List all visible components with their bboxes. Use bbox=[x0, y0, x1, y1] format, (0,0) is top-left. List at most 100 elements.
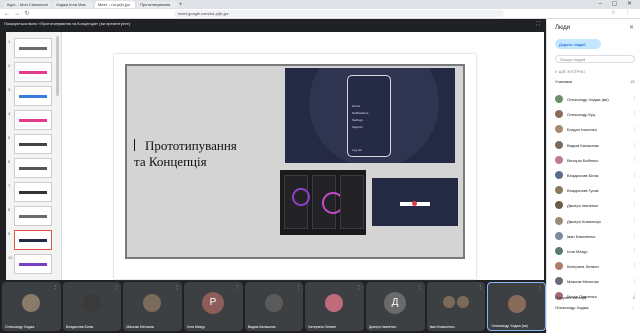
slide-thumbnail[interactable]: 2 bbox=[8, 62, 52, 82]
avatar bbox=[325, 294, 344, 312]
participant-row[interactable]: Дмитро Іваненко ⋮ bbox=[555, 198, 637, 213]
participant-row[interactable]: Богдан Ільченко ⋮ bbox=[555, 122, 637, 137]
avatar bbox=[555, 140, 563, 149]
slide-thumbnail[interactable]: 5 bbox=[8, 134, 52, 154]
waiting-row[interactable]: Очікують на вхід 1 bbox=[555, 295, 635, 305]
browser-tab[interactable]: Ходжа Ілля Маз bbox=[52, 1, 93, 8]
participant-tile[interactable]: ⋮ Владислав Білик bbox=[62, 282, 122, 331]
participant-tile[interactable]: ⋮ Катерина Литвин bbox=[305, 282, 365, 331]
more-icon[interactable]: ⋮ bbox=[114, 284, 118, 289]
more-options-icon[interactable]: ⋮ bbox=[632, 96, 637, 102]
tile-name: Владислав Білик bbox=[65, 325, 94, 329]
waiting-count: 1 bbox=[632, 295, 635, 300]
thumbnails-scrollbar[interactable] bbox=[56, 36, 59, 96]
slide-thumbnail[interactable]: 4 bbox=[8, 110, 52, 130]
slide-thumbnail[interactable]: 6 bbox=[8, 158, 52, 178]
more-options-icon[interactable]: ⋮ bbox=[632, 278, 637, 284]
slide-thumbnail[interactable]: 3 bbox=[8, 86, 52, 106]
more-options-icon[interactable]: ⋮ bbox=[632, 142, 637, 148]
dashboard-image bbox=[372, 178, 458, 226]
slide-thumbnail[interactable]: 9 bbox=[8, 230, 52, 250]
avatar bbox=[555, 110, 563, 119]
thumbnail-number: 10 bbox=[8, 255, 13, 260]
more-options-icon[interactable]: ⋮ bbox=[632, 233, 637, 239]
more-icon[interactable]: ⋮ bbox=[418, 284, 422, 289]
participant-row[interactable]: Вікторія Бабенко ⋮ bbox=[555, 153, 637, 168]
contributors-row[interactable]: Учасники 21 bbox=[555, 79, 635, 88]
participant-name: Вадим Калашник bbox=[567, 142, 599, 148]
participant-row[interactable]: Владислав Гусак ⋮ bbox=[555, 183, 637, 198]
more-options-icon[interactable]: ⋮ bbox=[632, 111, 637, 117]
more-options-icon[interactable]: ⋮ bbox=[632, 263, 637, 269]
more-icon[interactable]: ⋮ bbox=[54, 284, 58, 289]
thumbnail-number: 7 bbox=[8, 183, 11, 188]
app-screens-image bbox=[280, 170, 366, 235]
more-options-icon[interactable]: ⋮ bbox=[632, 187, 637, 193]
participant-row[interactable]: Вадим Калашник ⋮ bbox=[555, 138, 637, 153]
participant-tile[interactable]: Р ⋮ Ілля Мазур bbox=[184, 282, 243, 331]
more-options-icon[interactable]: ⋮ bbox=[632, 157, 637, 163]
slide-title-line1: Прототипування bbox=[145, 138, 237, 153]
host-row[interactable]: Олександр Ходжа ⋮ bbox=[555, 305, 635, 315]
reload-icon[interactable]: ↻ bbox=[24, 10, 30, 17]
participant-tile[interactable]: ⋮ Максим Мельник bbox=[123, 282, 183, 331]
more-icon[interactable]: ⋮ bbox=[631, 305, 635, 310]
forward-icon[interactable]: → bbox=[14, 11, 20, 17]
people-panel: Люди ✕ Додати людей Пошук людей У ЦІЙ ЗУ… bbox=[546, 19, 640, 333]
slide-thumbnail[interactable]: 8 bbox=[8, 206, 52, 226]
participant-tile[interactable]: ⋮ Іван Коваленко bbox=[426, 282, 486, 331]
more-icon[interactable]: ⋮ bbox=[236, 284, 240, 289]
participant-row[interactable]: Владислав Білик ⋮ bbox=[555, 168, 637, 183]
current-slide: Прототипування та Концепція Home Notific… bbox=[125, 64, 465, 259]
window-controls[interactable]: – ▢ ✕ bbox=[599, 0, 636, 7]
extensions-icons[interactable]: ☆ ⋮ bbox=[611, 10, 634, 16]
more-options-icon[interactable]: ⋮ bbox=[632, 172, 637, 178]
more-icon[interactable]: ⋮ bbox=[357, 284, 361, 289]
participant-name: Максим Мельник bbox=[567, 279, 599, 285]
phone-menu-item: Support bbox=[352, 125, 363, 129]
participant-tile[interactable]: ⋮ Олександр Ходжа bbox=[2, 282, 61, 331]
more-icon[interactable]: ⋮ bbox=[296, 284, 300, 289]
tile-name: Іван Коваленко bbox=[429, 325, 455, 329]
browser-tab[interactable]: Прототипування bbox=[136, 1, 177, 8]
more-options-icon[interactable]: ⋮ bbox=[632, 248, 637, 254]
search-people-input[interactable]: Пошук людей bbox=[555, 55, 635, 63]
title-divider bbox=[134, 139, 135, 151]
participant-row[interactable]: Максим Мельник ⋮ bbox=[555, 274, 637, 289]
phone-menu-item: Home bbox=[352, 104, 361, 108]
participant-row[interactable]: Ілля Мазур ⋮ bbox=[555, 244, 637, 259]
participant-tile[interactable]: ⋮ Олександр Ходжа (ви) bbox=[487, 282, 547, 331]
thumbnail-number: 2 bbox=[8, 63, 11, 68]
avatar bbox=[555, 95, 563, 103]
participant-row[interactable]: Олександр Ходжа (ви) ⋮ bbox=[555, 92, 637, 107]
participant-row[interactable]: Іван Коваленко ⋮ bbox=[555, 229, 637, 244]
browser-tab[interactable]: Курс – Моя Classroom bbox=[4, 1, 51, 8]
presenting-info: Показується вікно «Прототипування та Кон… bbox=[4, 21, 131, 26]
participant-tile[interactable]: ⋮ Вадим Калашник bbox=[244, 282, 304, 331]
thumbnail-preview bbox=[19, 71, 47, 74]
back-icon[interactable]: ← bbox=[4, 11, 10, 17]
slide-thumbnail[interactable]: 7 bbox=[8, 182, 52, 202]
new-tab-button[interactable]: + bbox=[179, 2, 187, 8]
browser-tab[interactable]: Meet – rui-prjh-jyz bbox=[94, 1, 135, 8]
avatar bbox=[555, 186, 563, 195]
slide-title-line2: та Концепція bbox=[134, 154, 207, 169]
slide-thumbnail[interactable]: 10 bbox=[8, 254, 52, 274]
more-options-icon[interactable]: ⋮ bbox=[632, 126, 637, 132]
more-icon[interactable]: ⋮ bbox=[478, 284, 482, 289]
slide-thumbnail[interactable]: 1 bbox=[8, 38, 52, 58]
more-options-icon[interactable]: ⋮ bbox=[632, 218, 637, 224]
participant-row[interactable]: Дмитро Ковальчук ⋮ bbox=[555, 214, 637, 229]
participant-row[interactable]: Катерина Литвин ⋮ bbox=[555, 259, 637, 274]
more-icon[interactable]: ⋮ bbox=[538, 285, 542, 290]
waiting-label: Очікують на вхід bbox=[555, 295, 586, 300]
more-icon[interactable]: ⋮ bbox=[175, 284, 179, 289]
participant-row[interactable]: Олександр Куц ⋮ bbox=[555, 107, 637, 122]
expand-icon[interactable]: ⛶ bbox=[536, 21, 540, 27]
add-people-button[interactable]: Додати людей bbox=[555, 39, 601, 49]
more-options-icon[interactable]: ⋮ bbox=[632, 202, 637, 208]
url-field[interactable]: meet.google.com/rui-prjh-jyz bbox=[174, 10, 504, 17]
phone-menu-item: Settings bbox=[352, 118, 363, 122]
participant-tile[interactable]: Д ⋮ Дмитро Іваненко bbox=[366, 282, 425, 331]
close-icon[interactable]: ✕ bbox=[629, 24, 634, 31]
